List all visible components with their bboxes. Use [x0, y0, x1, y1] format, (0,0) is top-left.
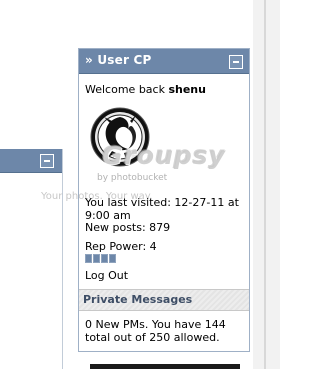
- minimize-icon[interactable]: [229, 55, 243, 69]
- user-cp-header: » User CP: [79, 49, 249, 74]
- logout-link[interactable]: Log Out: [85, 269, 128, 282]
- rep-pip: [101, 254, 108, 263]
- welcome-text: Welcome back shenu: [85, 83, 206, 96]
- rep-pip: [109, 254, 116, 263]
- dragon-avatar[interactable]: [90, 107, 150, 167]
- page-divider: [264, 0, 266, 369]
- rep-pip: [93, 254, 100, 263]
- rep-power: Rep Power: 4: [85, 240, 157, 253]
- new-posts-link[interactable]: New posts: 879: [85, 221, 170, 234]
- left-panel: [0, 149, 63, 369]
- welcome-prefix: Welcome back: [85, 83, 169, 96]
- last-visited: You last visited: 12-27-11 at 9:00 am: [85, 196, 239, 222]
- bottom-image-edge: [90, 364, 240, 369]
- private-messages-header: Private Messages: [79, 289, 249, 311]
- user-cp-title: » User CP: [85, 53, 152, 67]
- username[interactable]: shenu: [168, 83, 206, 96]
- minimize-icon[interactable]: [40, 154, 54, 168]
- reputation-bar: [85, 254, 116, 263]
- left-panel-header: [0, 149, 62, 173]
- pm-summary: 0 New PMs. You have 144 total out of 250…: [85, 318, 226, 344]
- private-messages-title[interactable]: Private Messages: [83, 293, 192, 306]
- rep-pip: [85, 254, 92, 263]
- page-background-right: [253, 0, 280, 369]
- user-cp-panel: » User CP Welcome back shenu Groupsy by …: [41, 48, 250, 352]
- watermark-by: by photobucket: [97, 173, 168, 183]
